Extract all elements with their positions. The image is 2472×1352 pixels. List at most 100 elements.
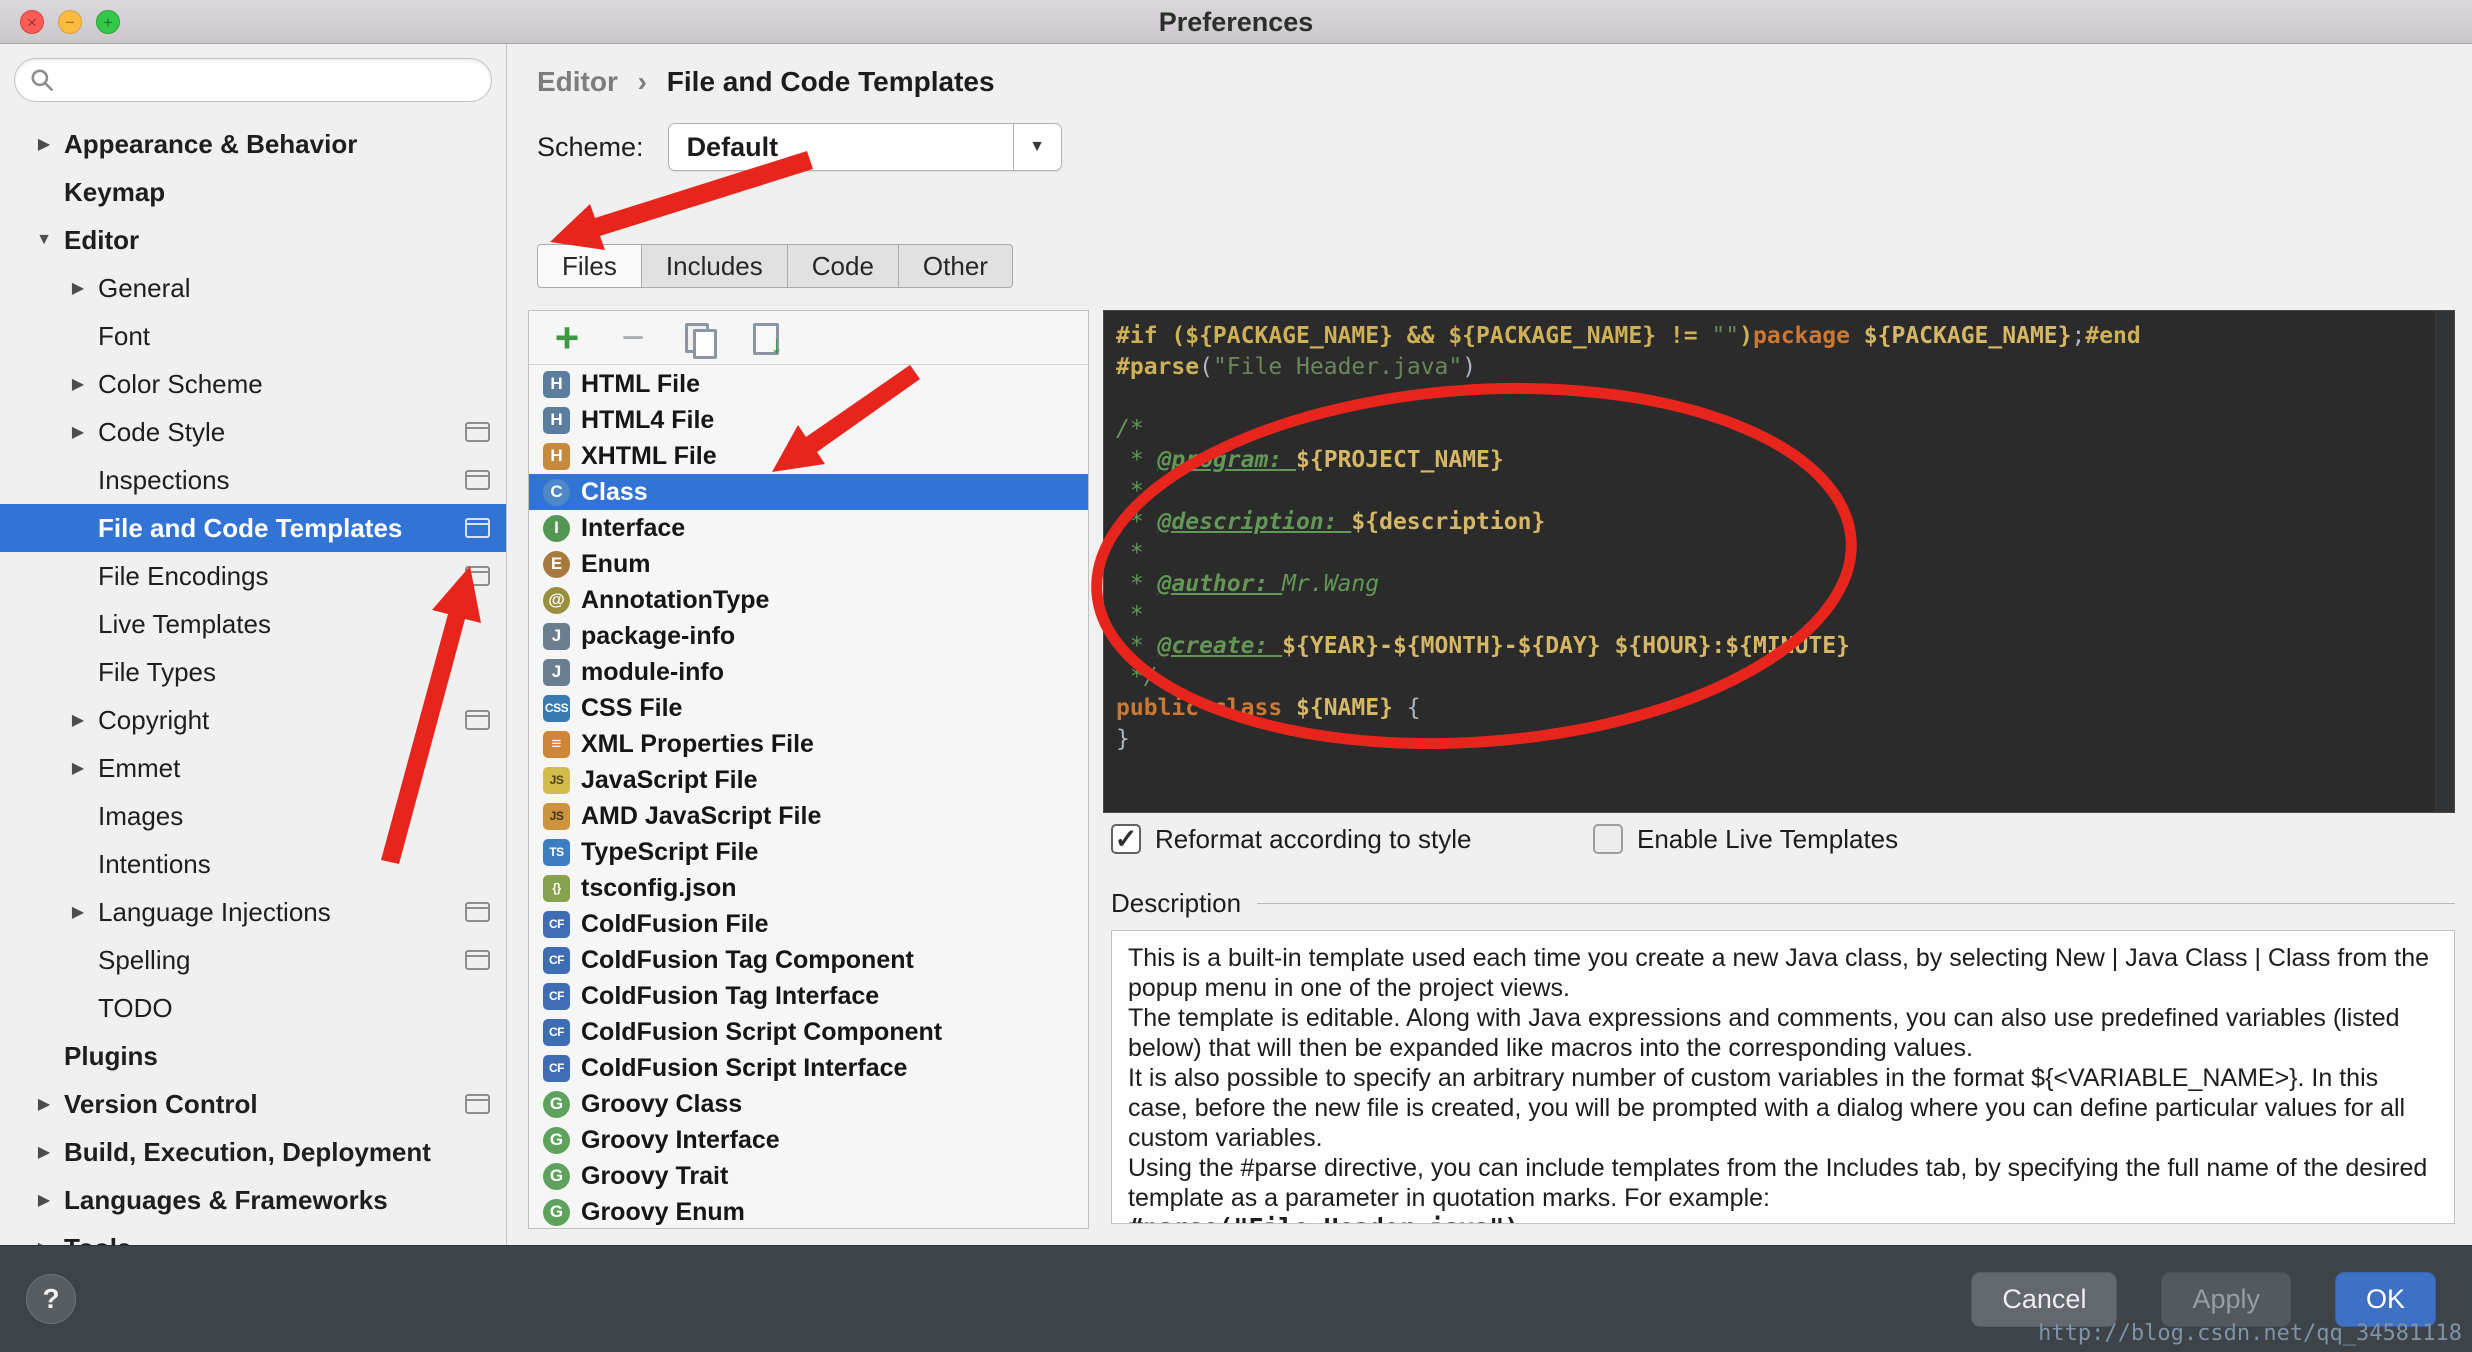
template-item-groovy-enum[interactable]: G Groovy Enum [529,1194,1088,1228]
template-item-module-info[interactable]: Jmodule-info [529,654,1088,690]
chevron-right-icon[interactable]: ▶ [60,278,96,298]
sidebar-item-copyright[interactable]: ▶ Copyright [0,696,506,744]
template-list: H HTML File H HTML4 File H XHTML File C Class I I… [529,366,1088,1228]
template-item-label: AnnotationType [581,585,770,614]
chevron-right-icon[interactable]: ▶ [26,1238,62,1245]
chevron-right-icon[interactable]: ▶ [26,1142,62,1162]
close-button[interactable]: × [20,10,44,34]
cancel-button[interactable]: Cancel [1971,1272,2118,1327]
sidebar-item-tools[interactable]: ▶Tools [0,1224,506,1246]
chevron-down-icon[interactable]: ▼ [1012,124,1061,170]
sidebar-item-editor[interactable]: ▼ Editor [0,216,506,264]
sidebar-item-label: General [98,272,191,303]
tab-includes[interactable]: Includes [640,244,788,288]
chevron-right-icon[interactable]: ▶ [26,1094,62,1114]
apply-button[interactable]: Apply [2161,1272,2291,1327]
template-item-css-file[interactable]: CSS CSS File [529,690,1088,726]
sidebar-item-images[interactable]: Images [0,792,506,840]
sidebar-item-general[interactable]: ▶ General [0,264,506,312]
template-item-annotationtype[interactable]: @ AnnotationType [529,582,1088,618]
template-item-label: ColdFusion Tag Interface [581,981,880,1010]
template-item-coldfusion-tag-interface[interactable]: CF ColdFusion Tag Interface [529,978,1088,1014]
template-item-amd-javascript-file[interactable]: JS AMD JavaScript File [529,798,1088,834]
minimize-button[interactable]: − [58,10,82,34]
ok-button[interactable]: OK [2334,1272,2436,1327]
template-item-html-file[interactable]: H HTML File [529,366,1088,402]
template-item-coldfusion-tag-component[interactable]: CF ColdFusion Tag Component [529,942,1088,978]
sidebar-item-code-style[interactable]: ▶ Code Style [0,408,506,456]
live-templates-checkbox[interactable] [1593,824,1623,854]
template-item-groovy-class[interactable]: G Groovy Class [529,1086,1088,1122]
chevron-right-icon[interactable]: ▶ [26,134,62,154]
tab-files[interactable]: Files [537,244,642,288]
help-button[interactable]: ? [26,1274,76,1324]
sidebar-item-label: Tools [64,1233,131,1246]
code-line: public class ${NAME} { [1116,695,1421,721]
template-item-enum[interactable]: E Enum [529,546,1088,582]
sidebar-item-version-control[interactable]: ▶ Version Control [0,1080,506,1128]
chevron-right-icon[interactable]: ▶ [60,710,96,730]
sidebar-item-plugins[interactable]: Plugins [0,1032,506,1080]
tab-other[interactable]: Other [897,244,1013,288]
add-icon[interactable] [549,320,585,356]
template-item-interface[interactable]: I Interface [529,510,1088,546]
sidebar-item-live-templates[interactable]: Live Templates [0,600,506,648]
template-item-xhtml-file[interactable]: H XHTML File [529,438,1088,474]
search-box[interactable] [14,58,492,102]
tab-code[interactable]: Code [786,244,899,288]
reformat-option[interactable]: Reformat according to style [1111,824,1471,855]
reformat-checkbox[interactable] [1111,824,1141,854]
template-item-xml-properties-file[interactable]: ≡ XML Properties File [529,726,1088,762]
zoom-button[interactable]: + [96,10,120,34]
template-item-tsconfig-json[interactable]: {} tsconfig.json [529,870,1088,906]
sidebar-item-color-scheme[interactable]: ▶ Color Scheme [0,360,506,408]
sidebar-item-build-execution-deployment[interactable]: ▶ Build, Execution, Deployment [0,1128,506,1176]
sidebar-item-keymap[interactable]: Keymap [0,168,506,216]
template-item-javascript-file[interactable]: JS JavaScript File [529,762,1088,798]
live-templates-option[interactable]: Enable Live Templates [1593,824,1898,855]
sidebar-item-inspections[interactable]: Inspections [0,456,506,504]
template-item-label: ColdFusion Script Interface [581,1053,908,1082]
remove-icon[interactable] [615,320,651,356]
chevron-right-icon[interactable]: ▶ [60,422,96,442]
sidebar-item-appearance-behavior[interactable]: ▶ Appearance & Behavior [0,120,506,168]
sidebar-item-file-and-code-templates[interactable]: File and Code Templates [0,504,506,552]
sidebar-item-emmet[interactable]: ▶ Emmet [0,744,506,792]
project-override-icon [465,710,490,730]
template-list-panel: H HTML File H HTML4 File H XHTML File C Class II… [528,310,1089,1229]
template-item-coldfusion-script-component[interactable]: CF ColdFusion Script Component [529,1014,1088,1050]
template-item-coldfusion-script-interface[interactable]: CF ColdFusion Script Interface [529,1050,1088,1086]
file-type-icon: CSS [543,694,570,722]
scheme-select[interactable]: Default ▼ [667,123,1062,171]
template-item-groovy-interface[interactable]: G Groovy Interface [529,1122,1088,1158]
chevron-down-icon[interactable]: ▼ [26,231,62,249]
chevron-right-icon[interactable]: ▶ [60,374,96,394]
template-item-html4-file[interactable]: H HTML4 File [529,402,1088,438]
sidebar-item-languages-frameworks[interactable]: ▶ Languages & Frameworks [0,1176,506,1224]
search-input[interactable] [63,66,477,94]
sidebar-item-file-encodings[interactable]: File Encodings [0,552,506,600]
sidebar-item-todo[interactable]: TODO [0,984,506,1032]
sidebar-item-intentions[interactable]: Intentions [0,840,506,888]
template-item-class[interactable]: C Class [529,474,1088,510]
template-item-package-info[interactable]: Jpackage-info [529,618,1088,654]
sidebar-item-font[interactable]: Font [0,312,506,360]
sidebar-item-file-types[interactable]: File Types [0,648,506,696]
code-line: * @program: ${PROJECT_NAME} [1116,447,1504,473]
sidebar-item-language-injections[interactable]: ▶ Language Injections [0,888,506,936]
chevron-right-icon[interactable]: ▶ [26,1190,62,1210]
code-line: } [1116,726,1130,752]
template-item-coldfusion-file[interactable]: CF ColdFusion File [529,906,1088,942]
sidebar-item-spelling[interactable]: Spelling [0,936,506,984]
template-item-typescript-file[interactable]: TS TypeScript File [529,834,1088,870]
import-icon[interactable] [747,320,783,360]
copy-icon[interactable] [681,320,717,359]
template-item-groovy-trait[interactable]: G Groovy Trait [529,1158,1088,1194]
chevron-right-icon[interactable]: ▶ [60,758,96,778]
sidebar-item-label: Code Style [98,416,226,447]
code-line: * @create: ${YEAR}-${MONTH}-${DAY} ${HOU… [1116,633,1850,659]
code-line: * [1116,478,1144,504]
chevron-right-icon[interactable]: ▶ [60,902,96,922]
template-editor[interactable]: #if (${PACKAGE_NAME} && ${PACKAGE_NAME} … [1103,310,2455,813]
